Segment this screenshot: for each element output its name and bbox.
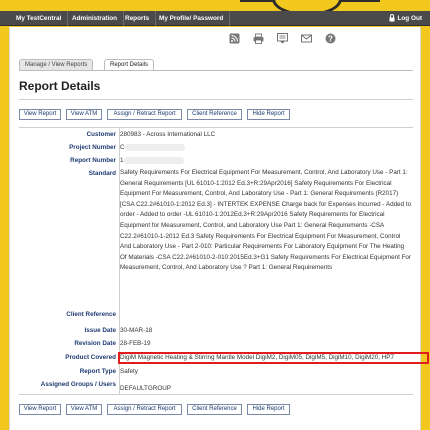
assign-retract-report-button[interactable]: Assign / Retract Report <box>107 109 182 120</box>
tab-manage-view-reports[interactable]: Manage / View Reports <box>19 59 94 70</box>
redacted-project-number <box>124 144 185 151</box>
standard-label: Standard <box>88 170 116 177</box>
tab-report-details[interactable]: Report Details <box>104 59 155 70</box>
project-number-label: Project Number <box>69 144 116 151</box>
intertek-logo <box>272 0 342 11</box>
logout-label: Log Out <box>397 15 423 22</box>
client-reference-button[interactable]: Client Reference <box>187 109 242 120</box>
nav-my-testcentral[interactable]: My TestCentral <box>10 11 69 26</box>
project-number-value: C <box>120 144 185 151</box>
nav-reports[interactable]: Reports <box>119 11 157 26</box>
report-type-label: Report Type <box>79 368 116 375</box>
product-covered-highlight <box>118 352 429 364</box>
main-nav: My TestCentral Administration Reports My… <box>0 11 430 26</box>
product-covered-label: Product Covered <box>65 354 116 361</box>
client-reference-button-bottom[interactable]: Client Reference <box>187 404 242 415</box>
report-details-grid: Customer 280983 - Across International L… <box>19 127 429 395</box>
page-title: Report Details <box>19 79 101 93</box>
svg-text:?: ? <box>328 34 333 43</box>
assigned-groups-value: DEFAULTGROUP <box>120 385 171 392</box>
view-report-button[interactable]: View Report <box>19 109 61 120</box>
tab-divider <box>19 70 413 71</box>
lock-icon <box>389 14 394 22</box>
issue-date-label: Issue Date <box>84 327 117 334</box>
customer-label: Customer <box>86 131 116 138</box>
report-type-value: Safety <box>120 368 138 375</box>
title-divider <box>19 99 413 100</box>
rss-icon[interactable] <box>229 33 240 44</box>
customer-value: 280983 - Across International LLC <box>120 131 216 138</box>
export-icon[interactable] <box>277 33 289 44</box>
report-number-text: 1 <box>120 157 124 165</box>
assign-retract-report-button-bottom[interactable]: Assign / Retract Report <box>107 404 182 415</box>
nav-my-profile[interactable]: My Profile/ Password <box>153 11 231 26</box>
view-atm-button-bottom[interactable]: View ATM <box>66 404 102 415</box>
redacted-report-number <box>123 157 184 164</box>
issue-date-value: 30-MAR-18 <box>120 327 153 334</box>
content-panel: ? Manage / View Reports Report Details R… <box>9 27 429 430</box>
hide-report-button[interactable]: Hide Report <box>247 109 290 120</box>
report-number-label: Report Number <box>70 157 116 164</box>
assigned-groups-label: Assigned Groups / Users <box>40 381 116 388</box>
toolbar-icons: ? <box>218 33 336 45</box>
revision-date-label: Revision Date <box>74 340 116 347</box>
brand-strip <box>0 0 430 11</box>
revision-date-value: 28-FEB-19 <box>120 340 151 347</box>
view-atm-button[interactable]: View ATM <box>66 109 102 120</box>
view-report-button-bottom[interactable]: View Report <box>19 404 61 415</box>
project-number-text: C <box>120 144 125 152</box>
report-number-value: 1 <box>120 157 184 164</box>
nav-administration[interactable]: Administration <box>66 11 125 26</box>
help-icon[interactable]: ? <box>325 33 336 44</box>
logout-button[interactable]: Log Out <box>389 11 423 26</box>
client-reference-label: Client Reference <box>66 311 116 318</box>
hide-report-button-bottom[interactable]: Hide Report <box>247 404 290 415</box>
standard-value: Safety Requirements For Electrical Equip… <box>120 169 412 272</box>
print-icon[interactable] <box>253 33 264 44</box>
email-icon[interactable] <box>301 33 312 44</box>
